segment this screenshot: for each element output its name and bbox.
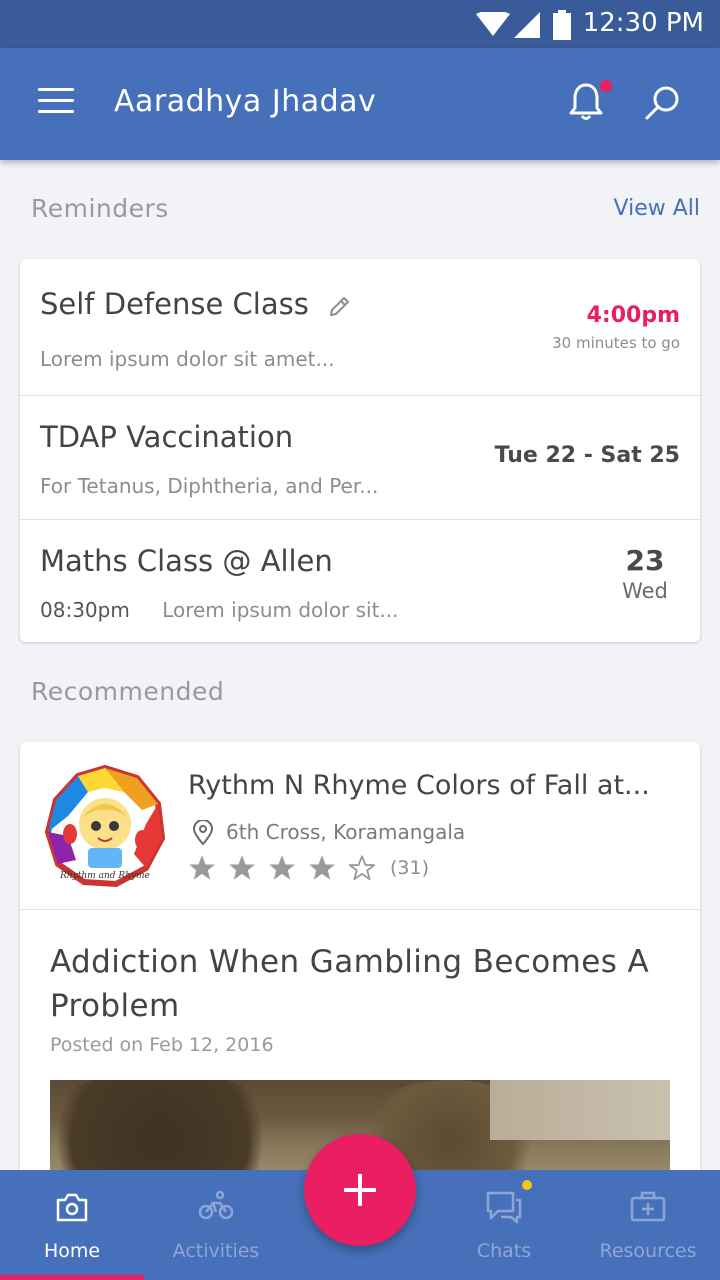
reminder-time: 08:30pm [40, 598, 130, 622]
reminder-title: Self Defense Class [40, 287, 309, 321]
event-title: Rythm N Rhyme Colors of Fall at... [188, 770, 650, 801]
nav-activities[interactable]: Activities [144, 1170, 288, 1280]
notifications-button[interactable] [568, 80, 612, 126]
reminders-heading: Reminders [31, 194, 169, 223]
nav-home[interactable]: Home [0, 1170, 144, 1280]
reminder-day-number: 23 [625, 544, 665, 577]
reminder-subtitle: Lorem ipsum dolor sit... [162, 598, 399, 622]
nav-chats[interactable]: Chats [432, 1170, 576, 1280]
reminders-card: Self Defense Class Lorem ipsum dolor sit… [20, 259, 700, 642]
view-all-link[interactable]: View All [614, 196, 700, 221]
star-filled-icon [269, 855, 295, 880]
rating-count: (31) [390, 857, 430, 879]
event-logo: Rhythm and Rhyme [44, 764, 166, 888]
bell-icon [569, 83, 603, 120]
article-date: Posted on Feb 12, 2016 [50, 1034, 274, 1056]
event-location: 6th Cross, Koramangala [226, 820, 466, 844]
search-icon [645, 86, 679, 120]
logo-text: Rhythm and Rhyme [59, 871, 150, 881]
edit-icon[interactable] [328, 294, 352, 318]
reminder-item[interactable]: Self Defense Class Lorem ipsum dolor sit… [20, 259, 700, 396]
status-bar: 12:30 PM [0, 0, 720, 48]
camera-home-icon [56, 1193, 88, 1222]
recommended-event[interactable]: Rhythm and Rhyme Rythm N Rhyme Colors of… [20, 742, 700, 910]
add-button[interactable] [304, 1134, 416, 1246]
nav-label: Home [43, 1240, 101, 1262]
reminder-title: TDAP Vaccination [40, 420, 294, 454]
notification-dot [600, 80, 612, 92]
star-filled-icon [229, 855, 255, 880]
reminder-day-name: Wed [622, 579, 668, 603]
search-button[interactable] [644, 84, 682, 126]
active-tab-indicator [0, 1275, 144, 1280]
nav-resources[interactable]: Resources [576, 1170, 720, 1280]
reminder-item[interactable]: Maths Class @ Allen 08:30pm Lorem ipsum … [20, 520, 700, 642]
wifi-icon [476, 12, 510, 36]
reminder-countdown: 30 minutes to go [552, 334, 680, 352]
recommended-card: Rhythm and Rhyme Rythm N Rhyme Colors of… [20, 742, 700, 1182]
reminder-item[interactable]: TDAP Vaccination For Tetanus, Diphtheria… [20, 396, 700, 520]
briefcase-plus-icon [630, 1191, 666, 1222]
bicycle-icon [198, 1190, 234, 1220]
recommended-heading: Recommended [31, 677, 225, 706]
reminder-time: 4:00pm [586, 303, 680, 328]
nav-label: Chats [476, 1240, 532, 1262]
reminder-subtitle: For Tetanus, Diphtheria, and Per... [40, 474, 379, 498]
app-bar: Aaradhya Jhadav [0, 48, 720, 160]
star-empty-icon [348, 855, 376, 881]
star-filled-icon [189, 855, 215, 880]
article-title: Addiction When Gambling Becomes A Proble… [50, 944, 650, 1024]
status-time: 12:30 PM [582, 8, 704, 38]
location-pin-icon [192, 820, 214, 846]
nav-label: Resources [599, 1240, 697, 1262]
battery-icon [553, 10, 571, 40]
signal-icon [514, 12, 540, 38]
chat-unread-dot [522, 1180, 532, 1190]
reminder-title: Maths Class @ Allen [40, 544, 333, 578]
reminder-subtitle: Lorem ipsum dolor sit amet... [40, 347, 335, 371]
menu-icon[interactable] [38, 88, 74, 118]
reminder-date-range: Tue 22 - Sat 25 [494, 443, 680, 468]
star-rating: (31) [188, 854, 429, 882]
chat-icon [486, 1191, 522, 1224]
star-filled-icon [309, 855, 335, 880]
page-title: Aaradhya Jhadav [114, 84, 377, 119]
nav-label: Activities [172, 1240, 260, 1262]
